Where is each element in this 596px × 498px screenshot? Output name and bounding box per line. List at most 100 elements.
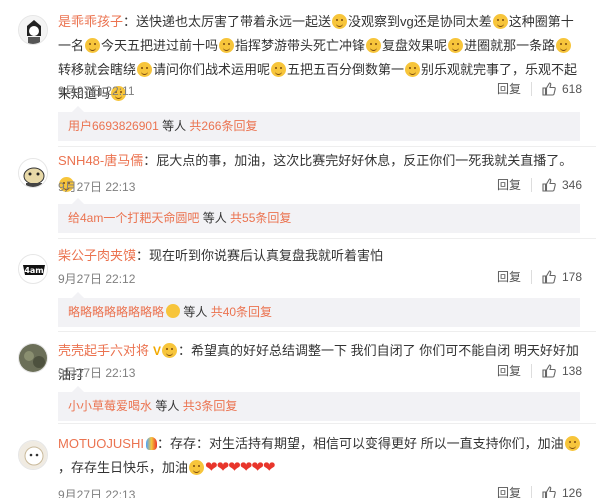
avatar[interactable]	[18, 440, 48, 470]
comment-time: 9月27日 22:13	[58, 366, 136, 380]
sub-reply-count[interactable]: 共40条回复	[211, 305, 272, 319]
sub-reply-bar[interactable]: 小小草莓爱喝水 等人 共3条回复	[58, 386, 580, 421]
thumbs-up-icon	[542, 485, 556, 498]
sub-reply-count[interactable]: 共55条回复	[230, 211, 291, 225]
comment-meta: 9月27日 22:13 回复 138	[58, 362, 582, 382]
comment-username[interactable]: MOTUOJUSHI	[58, 436, 144, 451]
divider	[530, 485, 532, 498]
sub-reply-bar[interactable]: 用户6693826901 等人 共266条回复	[58, 106, 580, 141]
face-emoji-icon	[137, 62, 153, 77]
comment-text: 五把五百分倒数第一	[287, 62, 405, 77]
comment-body: 柴公子肉夹馍：现在听到你说赛后认真复盘我就听着害怕	[58, 244, 582, 268]
comment-time: 9月27日 22:11	[58, 84, 135, 98]
comment-username[interactable]: 柴公子肉夹馍	[58, 248, 136, 263]
heart-icon: ❤❤❤❤❤❤	[205, 459, 275, 476]
divider	[530, 269, 532, 284]
like-button[interactable]: 618	[542, 82, 582, 96]
comment-text: 复盘效果呢	[382, 38, 448, 53]
avatar[interactable]	[18, 158, 48, 188]
sub-reply-user[interactable]: 略略略略略略略略	[68, 305, 164, 319]
comment-actions: 回复 178	[497, 268, 582, 285]
sub-reply-middle: 等人	[180, 305, 211, 319]
face-emoji-icon	[564, 436, 580, 451]
sub-reply-middle: 等人	[199, 211, 231, 225]
comment-username[interactable]: 是乖乖孩子	[58, 14, 123, 29]
comment-text: 没观察到vg还是协同太差	[348, 14, 492, 29]
like-count: 138	[561, 363, 582, 378]
avatar[interactable]	[18, 343, 48, 373]
comment-time: 9月27日 22:13	[58, 488, 136, 498]
thumbs-up-icon	[542, 81, 556, 96]
comment-text: 进圈就那一条路	[464, 38, 556, 53]
comment-username[interactable]: SNH48-唐马儒	[58, 153, 143, 168]
divider	[58, 331, 596, 332]
sub-reply-count[interactable]: 共266条回复	[189, 119, 257, 133]
sub-reply-user[interactable]: 小小草莓爱喝水	[68, 399, 152, 413]
face-emoji-icon	[85, 38, 101, 53]
sub-reply-user[interactable]: 用户6693826901	[68, 119, 159, 133]
reply-button[interactable]: 回复	[497, 80, 521, 97]
face-emoji-icon	[556, 38, 572, 53]
comment-text: 请问你们战术运用呢	[153, 62, 271, 77]
thumbs-up-icon	[542, 177, 556, 192]
face-emoji-icon	[162, 343, 178, 358]
reply-button[interactable]: 回复	[497, 362, 521, 379]
comment-text: 指挥梦游带头死亡冲锋	[235, 38, 366, 53]
comment-time: 9月27日 22:13	[58, 180, 136, 194]
like-button[interactable]: 138	[542, 364, 582, 378]
comment-text: ：现在听到你说赛后认真复盘我就听着害怕	[136, 248, 384, 263]
comment-text: 转移就会瞎绕	[58, 62, 137, 77]
svg-text:4am: 4am	[24, 266, 43, 275]
comment-actions: 回复 138	[497, 362, 582, 379]
lightbulb-icon	[145, 437, 157, 450]
reply-button[interactable]: 回复	[497, 268, 521, 285]
reply-button[interactable]: 回复	[497, 484, 521, 498]
divider	[530, 81, 532, 96]
like-button[interactable]: 346	[542, 178, 582, 192]
face-emoji-icon	[366, 38, 382, 53]
like-count: 126	[561, 485, 582, 498]
comment-text: 今天五把进过前十吗	[101, 38, 219, 53]
face-emoji-icon	[332, 14, 348, 29]
face-emoji-icon	[405, 62, 421, 77]
like-count: 618	[561, 81, 582, 96]
avatar[interactable]	[18, 15, 48, 45]
divider	[58, 423, 596, 424]
face-emoji-icon	[166, 304, 181, 318]
comment-username[interactable]: 壳壳起手六对将	[58, 343, 149, 358]
avatar[interactable]: 4am	[18, 254, 48, 284]
divider	[530, 177, 532, 192]
comment-feed: 是乖乖孩子：送快递也太厉害了带着永远一起送 没观察到vg还是协同太差 这种圈第十一名…	[0, 0, 596, 498]
comment-actions: 回复 618	[497, 80, 582, 97]
comment-actions: 回复 126	[497, 484, 582, 498]
divider	[58, 238, 596, 239]
reply-button[interactable]: 回复	[497, 176, 521, 193]
comment-meta: 9月27日 22:13 回复 126	[58, 484, 582, 498]
comment-text: ，存存生日快乐，加油	[58, 460, 189, 475]
sub-reply-bar[interactable]: 略略略略略略略略 等人 共40条回复	[58, 292, 580, 327]
comment-text: ：送快递也太厉害了带着永远一起送	[123, 14, 332, 29]
face-emoji-icon	[492, 14, 508, 29]
comment-text: ：屁大点的事，加油，这次比赛完好好休息，反正你们一死我就关直播了。	[143, 153, 573, 168]
comment-actions: 回复 346	[497, 176, 582, 193]
verified-v-icon: V	[153, 344, 162, 358]
face-emoji-icon	[448, 38, 464, 53]
like-count: 178	[561, 269, 582, 284]
comment-time: 9月27日 22:12	[58, 272, 136, 286]
sub-reply-count[interactable]: 共3条回复	[183, 399, 238, 413]
sub-reply-user[interactable]: 给4am一个打耙天命圆吧	[68, 211, 199, 225]
like-button[interactable]: 178	[542, 270, 582, 284]
face-emoji-icon	[271, 62, 287, 77]
sub-reply-bar[interactable]: 给4am一个打耙天命圆吧 等人 共55条回复	[58, 198, 580, 233]
divider	[530, 363, 532, 378]
face-emoji-icon	[189, 460, 205, 475]
comment-meta: 9月27日 22:12 回复 178	[58, 268, 582, 288]
thumbs-up-icon	[542, 269, 556, 284]
divider	[58, 146, 596, 147]
face-emoji-icon	[219, 38, 235, 53]
comment-meta: 9月27日 22:13 回复 346	[58, 176, 582, 196]
comment-meta: 9月27日 22:11 回复 618	[58, 80, 582, 100]
like-button[interactable]: 126	[542, 486, 582, 498]
thumbs-up-icon	[542, 363, 556, 378]
sub-reply-middle: 等人	[158, 119, 190, 133]
